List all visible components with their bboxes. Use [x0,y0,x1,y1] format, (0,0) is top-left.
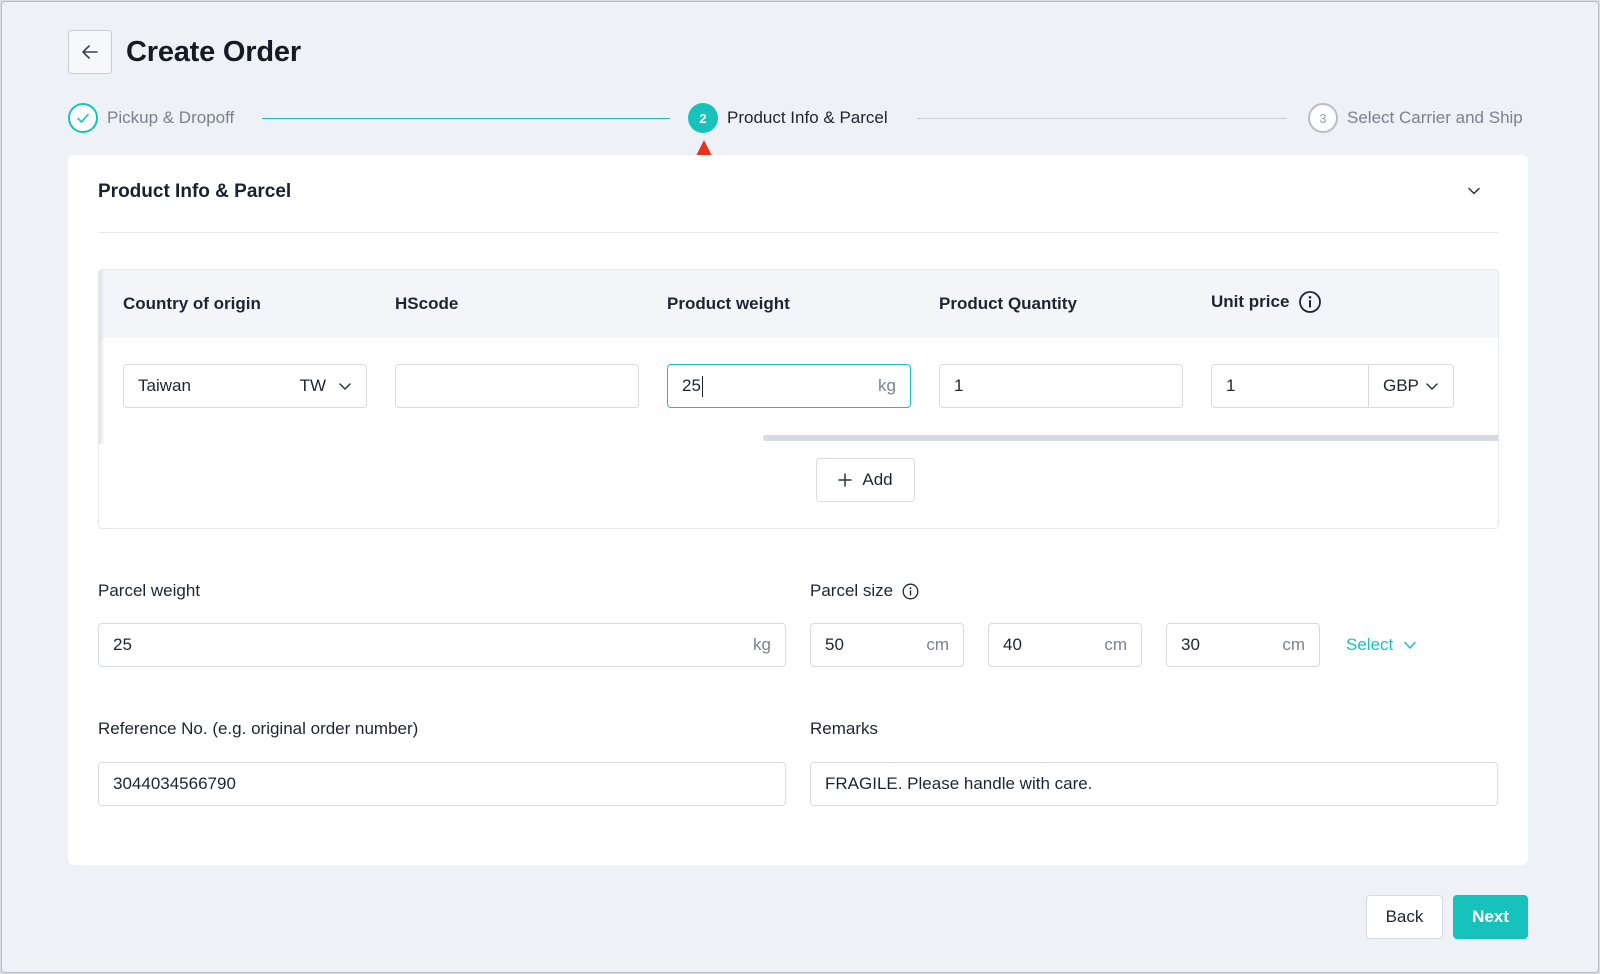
step-label: Product Info & Parcel [727,108,888,127]
arrow-left-icon [82,45,98,59]
parcel-height-input[interactable]: 30 cm [1166,623,1320,667]
country-name: Taiwan [138,376,191,395]
parcel-width-value: 40 [1003,635,1022,654]
header-country: Country of origin [123,294,261,313]
parcel-size-label-text: Parcel size [810,581,894,600]
parcel-length-input[interactable]: 50 cm [810,623,964,667]
step-number: 2 [688,103,718,133]
country-code: TW [299,376,326,395]
parcel-weight-input[interactable]: 25 kg [98,623,786,667]
chevron-down-icon [339,383,351,390]
parcel-length-value: 50 [825,635,844,654]
collapse-toggle[interactable] [1466,183,1482,204]
product-info-card: Product Info & Parcel Country of origin … [68,155,1528,865]
select-label: Select [1346,635,1394,654]
back-button[interactable]: Back [1366,895,1443,939]
hscode-input[interactable] [395,364,639,408]
table-row: Taiwan TW 25 kg 1 1 GBP [99,338,1498,444]
step-completed-check [68,103,98,133]
chevron-down-icon [1404,641,1416,649]
info-icon[interactable] [1298,290,1322,314]
step-label: Select Carrier and Ship [1347,108,1523,127]
step-select-carrier[interactable]: 3 Select Carrier and Ship [1308,103,1523,133]
size-unit: cm [1104,635,1127,654]
stepper-connector-pending [917,118,1287,119]
chevron-down-icon [1468,187,1480,195]
parcel-width-input[interactable]: 40 cm [988,623,1142,667]
size-unit: cm [926,635,949,654]
product-weight-value: 25 [682,376,701,395]
scroll-shadow [99,270,105,444]
step-product-info[interactable]: 2 Product Info & Parcel [688,103,888,133]
header-hscode: HScode [395,294,459,313]
step-pickup-dropoff[interactable]: Pickup & Dropoff [68,103,234,133]
parcel-weight-value: 25 [113,635,132,654]
country-select[interactable]: Taiwan TW [123,364,367,408]
weight-unit: kg [753,635,771,654]
divider [98,232,1498,233]
table-header: Country of origin HScode Product weight … [99,270,1498,338]
add-product-button[interactable]: Add [816,458,915,502]
section-title: Product Info & Parcel [98,181,292,202]
parcel-height-value: 30 [1181,635,1200,654]
product-quantity-value: 1 [954,376,964,395]
stepper-connector-completed [262,118,670,119]
step-label: Pickup & Dropoff [107,108,235,127]
parcel-weight-label: Parcel weight [98,581,201,600]
reference-input[interactable]: 3044034566790 [98,762,786,806]
text-cursor [701,375,703,397]
step-number: 3 [1308,103,1338,133]
page-title: Create Order [126,36,301,68]
header-unit-price: Unit price [1211,290,1322,314]
currency-value: GBP [1383,376,1419,395]
info-icon[interactable] [902,583,919,600]
remarks-label: Remarks [810,719,879,738]
product-table: Country of origin HScode Product weight … [98,269,1499,529]
app-window: Create Order Pickup & Dropoff 2 Product … [1,1,1599,973]
size-unit: cm [1282,635,1305,654]
reference-label: Reference No. (e.g. original order numbe… [98,719,419,738]
remarks-value: FRAGILE. Please handle with care. [825,774,1093,793]
next-button[interactable]: Next [1453,895,1528,939]
header-quantity: Product Quantity [939,294,1077,313]
product-quantity-input[interactable]: 1 [939,364,1183,408]
unit-price-value: 1 [1226,376,1236,395]
parcel-size-preset-select[interactable]: Select [1346,634,1417,656]
weight-unit: kg [878,376,896,395]
parcel-size-label: Parcel size [810,581,919,601]
horizontal-scrollbar[interactable] [763,435,1498,441]
add-label: Add [862,470,893,489]
back-arrow-button[interactable] [68,30,112,74]
remarks-input[interactable]: FRAGILE. Please handle with care. [810,762,1498,806]
product-weight-input[interactable]: 25 kg [667,364,911,408]
header-weight: Product weight [667,294,790,313]
chevron-down-icon [1426,383,1438,390]
currency-select[interactable]: GBP [1368,364,1454,408]
reference-value: 3044034566790 [113,774,236,793]
check-icon [77,113,89,123]
unit-price-input[interactable]: 1 [1211,364,1369,408]
plus-icon [838,473,853,487]
